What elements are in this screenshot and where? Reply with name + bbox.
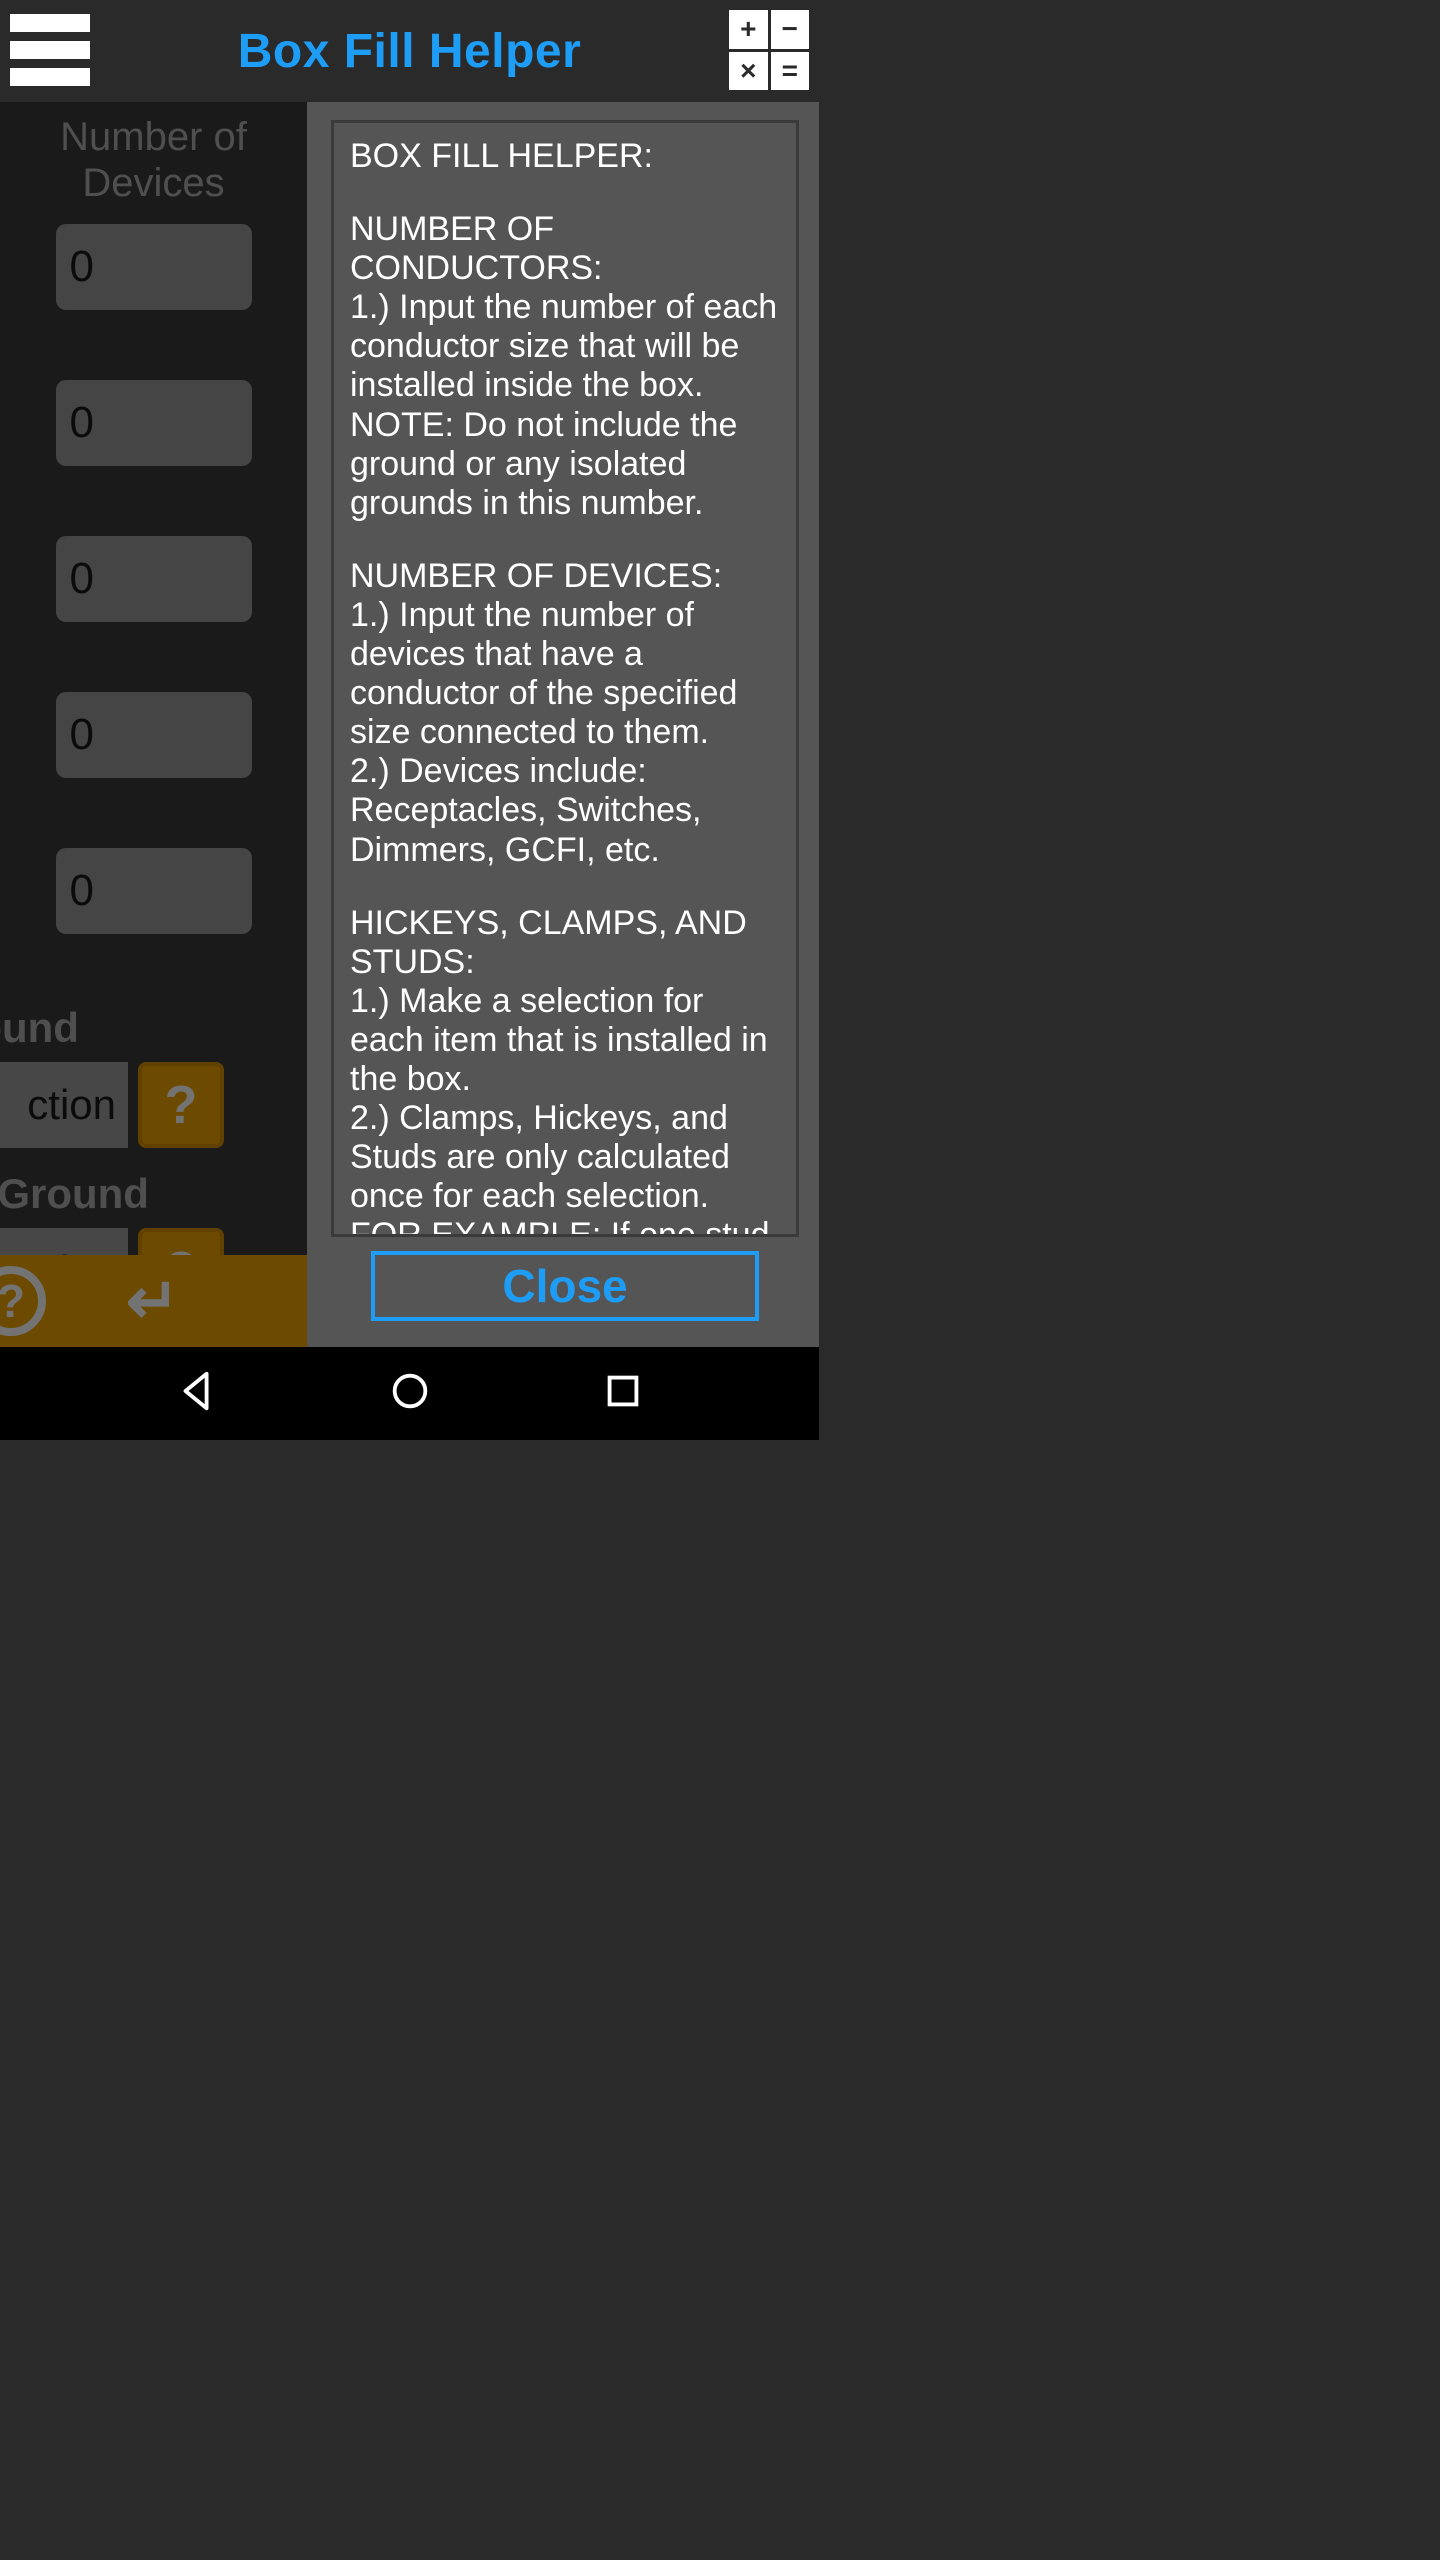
help-section-body-2: 1.) Input the number of devices that hav…	[350, 596, 786, 870]
home-icon[interactable]	[387, 1368, 433, 1419]
calc-equals: =	[771, 52, 810, 91]
help-section-body-1: 1.) Input the number of each conductor s…	[350, 288, 786, 523]
enter-icon[interactable]: ↵	[126, 1264, 180, 1339]
help-section-body-3: 1.) Make a selection for each item that …	[350, 982, 786, 1237]
menu-icon[interactable]	[10, 10, 90, 90]
system-navbar	[0, 1347, 819, 1440]
device-count-input-1[interactable]: 0	[56, 224, 252, 310]
header: Box Fill Helper + − × =	[0, 0, 819, 102]
back-icon[interactable]	[174, 1368, 220, 1419]
help-section-heading-3: HICKEYS, CLAMPS, AND STUDS:	[350, 904, 786, 982]
calc-plus: +	[729, 10, 768, 49]
calculator-icon[interactable]: + − × =	[729, 10, 809, 90]
help-title: BOX FILL HELPER:	[350, 137, 786, 176]
ground-select[interactable]: ction	[0, 1062, 128, 1148]
bottom-toolbar: ? ↵	[0, 1255, 307, 1347]
calc-minus: −	[771, 10, 810, 49]
calc-times: ×	[729, 52, 768, 91]
help-panel: BOX FILL HELPER: NUMBER OF CONDUCTORS: 1…	[307, 102, 819, 1347]
device-count-input-3[interactable]: 0	[56, 536, 252, 622]
help-icon[interactable]: ?	[0, 1266, 46, 1336]
device-count-input-4[interactable]: 0	[56, 692, 252, 778]
device-count-input-5[interactable]: 0	[56, 848, 252, 934]
sidebar: Number of Devices 0 0 0 0 0 round ction …	[0, 102, 307, 1347]
isolated-ground-label: d Ground	[0, 1170, 307, 1218]
app-title: Box Fill Helper	[238, 24, 582, 79]
recent-apps-icon[interactable]	[600, 1368, 646, 1419]
help-text: BOX FILL HELPER: NUMBER OF CONDUCTORS: 1…	[331, 120, 799, 1237]
help-section-heading-2: NUMBER OF DEVICES:	[350, 557, 786, 596]
ground-label: round	[0, 1004, 307, 1052]
help-section-heading-1: NUMBER OF CONDUCTORS:	[350, 210, 786, 288]
sidebar-heading: Number of Devices	[0, 114, 307, 224]
close-button[interactable]: Close	[371, 1251, 759, 1321]
device-count-input-2[interactable]: 0	[56, 380, 252, 466]
ground-help-icon[interactable]: ?	[138, 1062, 224, 1148]
